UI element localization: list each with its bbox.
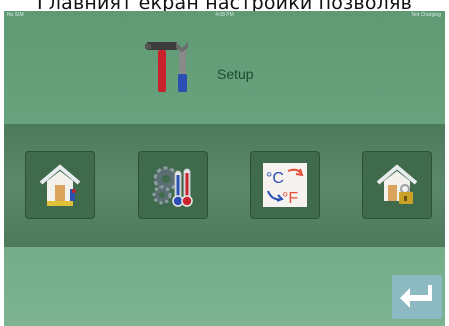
gears-thermometer-icon: [152, 166, 193, 207]
header: Setup: [4, 20, 445, 124]
celsius-fahrenheit-icon: °C °F: [263, 163, 307, 207]
status-battery: Not Charging: [411, 12, 441, 18]
fahrenheit-label: °F: [282, 190, 298, 207]
tools-icon: [145, 42, 188, 92]
home-info-tile[interactable]: [25, 151, 95, 219]
setup-screen: No SIM 4:08 PM Not Charging Setup °C °F: [4, 11, 445, 326]
status-time: 4:08 PM: [215, 12, 234, 18]
security-lock-tile[interactable]: [362, 151, 432, 219]
house-info-icon: [39, 164, 81, 206]
status-bar: No SIM 4:08 PM Not Charging: [4, 11, 445, 20]
page-title: Setup: [217, 66, 254, 82]
footer: [4, 247, 445, 326]
back-button[interactable]: [392, 275, 442, 319]
house-lock-icon: [376, 164, 418, 204]
back-arrow-icon: [400, 285, 432, 308]
system-settings-tile[interactable]: [138, 151, 208, 219]
temperature-units-tile[interactable]: °C °F: [250, 151, 320, 219]
settings-band: °C °F: [4, 124, 445, 247]
celsius-label: °C: [266, 170, 284, 187]
